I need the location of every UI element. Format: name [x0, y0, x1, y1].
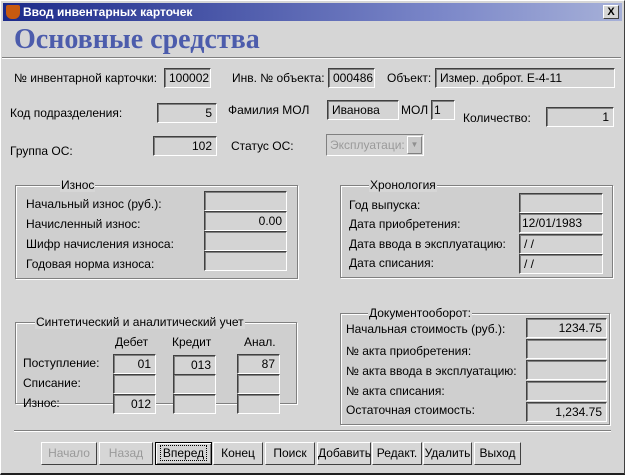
chron-label: Год выпуска:	[349, 198, 421, 212]
debet-field[interactable]: 012	[113, 394, 156, 414]
status-label: Статус ОС:	[231, 139, 294, 153]
docs-field[interactable]: 1234.75	[526, 318, 607, 338]
mol-label: МОЛ	[401, 103, 429, 117]
mol-name-field[interactable]: Иванова	[327, 100, 399, 120]
group-label: Группа ОС:	[10, 144, 73, 158]
synth-title: Синтетический и аналитический учет	[35, 315, 245, 329]
window-title: Ввод инвентарных карточек	[23, 5, 193, 19]
edit-button[interactable]: Редакт.	[372, 442, 422, 465]
iznos-label: Начисленный износ:	[26, 217, 141, 231]
obj-no-field[interactable]: 000486	[328, 68, 375, 88]
divider	[2, 57, 621, 59]
obj-no-label: Инв. № объекта:	[232, 71, 325, 85]
iznos-label: Годовая норма износа:	[26, 257, 155, 271]
iznos-field[interactable]	[204, 191, 287, 211]
docs-field[interactable]	[526, 381, 607, 401]
prev-button[interactable]: Назад	[99, 442, 153, 465]
docs-label: № акта ввода в эксплуатацию:	[346, 364, 517, 378]
page-title: Основные средства	[14, 24, 260, 55]
docs-label: № акта списания:	[346, 384, 445, 398]
divider	[14, 430, 611, 432]
col-anal: Анал.	[244, 335, 276, 349]
search-button[interactable]: Поиск	[265, 442, 315, 465]
card-no-field[interactable]: 100002	[164, 68, 211, 88]
group-field[interactable]: 102	[153, 136, 217, 156]
iznos-field[interactable]	[204, 251, 287, 271]
chron-label: Дата ввода в эксплуатацию:	[349, 237, 506, 251]
chevron-down-icon[interactable]: ▼	[407, 136, 422, 154]
status-select[interactable]: Эксплуатаци: ▼	[326, 134, 424, 156]
docs-field[interactable]: 1,234.75	[526, 402, 607, 422]
docs-field[interactable]	[526, 339, 607, 359]
col-kredit: Кредит	[172, 335, 212, 349]
chron-title: Хронология	[369, 178, 437, 192]
synth-row-label: Списание:	[23, 376, 81, 390]
qty-label: Количество:	[463, 111, 531, 125]
qty-field[interactable]: 1	[546, 107, 614, 127]
next-button-label: Вперед	[159, 445, 208, 461]
title-bar: Ввод инвентарных карточек X	[3, 3, 622, 21]
iznos-field[interactable]	[204, 231, 287, 251]
anal-field[interactable]: 87	[237, 354, 280, 374]
mol-field[interactable]: 1	[431, 100, 455, 120]
chron-field[interactable]: / /	[519, 234, 603, 254]
docs-label: Остаточная стоимость:	[346, 403, 476, 417]
docs-label: Начальная стоимость (руб.):	[346, 322, 506, 336]
chron-label: Дата приобретения:	[349, 217, 461, 231]
synth-row-label: Поступление:	[23, 356, 100, 370]
app-icon	[6, 5, 20, 19]
dept-label: Код подразделения:	[10, 106, 123, 120]
col-debet: Дебет	[115, 335, 149, 349]
next-button[interactable]: Вперед	[155, 442, 212, 465]
chron-label: Дата списания:	[349, 256, 434, 270]
object-label: Объект:	[387, 71, 432, 85]
card-no-label: № инвентарной карточки:	[14, 71, 158, 85]
last-button[interactable]: Конец	[213, 442, 263, 465]
iznos-title: Износ	[60, 178, 96, 192]
chron-field[interactable]	[519, 193, 603, 213]
debet-field[interactable]	[113, 374, 156, 394]
docs-title: Документооборот:	[368, 306, 472, 320]
exit-button[interactable]: Выход	[474, 442, 521, 465]
debet-field[interactable]: 01	[113, 354, 156, 374]
dept-field[interactable]: 5	[157, 103, 217, 123]
chron-field[interactable]: 12/01/1983	[519, 213, 603, 233]
anal-field[interactable]	[237, 394, 280, 414]
synth-row-label: Износ:	[23, 396, 60, 410]
kredit-field[interactable]	[173, 374, 216, 394]
docs-label: № акта приобретения:	[346, 344, 472, 358]
status-value: Эксплуатаци:	[330, 138, 405, 152]
iznos-label: Начальный износ (руб.):	[26, 197, 162, 211]
anal-field[interactable]	[237, 374, 280, 394]
mol-name-label: Фамилия МОЛ	[228, 103, 310, 117]
first-button[interactable]: Начало	[41, 442, 97, 465]
kredit-field[interactable]: 013	[173, 355, 216, 375]
kredit-field[interactable]	[173, 394, 216, 414]
delete-button[interactable]: Удалить	[423, 442, 472, 465]
close-button[interactable]: X	[603, 5, 619, 19]
docs-field[interactable]	[526, 360, 607, 380]
chron-field[interactable]: / /	[519, 254, 603, 274]
iznos-label: Шифр начисления износа:	[26, 237, 174, 251]
iznos-field[interactable]: 0.00	[204, 211, 287, 231]
add-button[interactable]: Добавить	[317, 442, 371, 465]
object-field[interactable]: Измер. доброт. Е-4-11	[435, 68, 615, 88]
